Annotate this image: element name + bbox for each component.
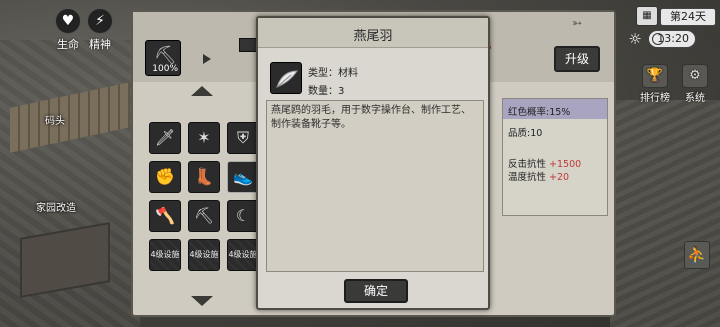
recipe-slot-winged-boots[interactable]: 👟 — [227, 161, 259, 193]
recipe-slot-pickaxe[interactable]: ⛏ — [188, 200, 220, 232]
item-name: 燕尾羽 — [353, 29, 393, 44]
recipe-slot-locked[interactable]: 4级设施 — [188, 239, 220, 271]
lightning-icon: ⚡ — [87, 8, 113, 34]
heart-icon: ♥ — [55, 8, 81, 34]
armor-icon: ⛨ — [236, 128, 249, 147]
arrow-right-icon — [203, 54, 211, 64]
recipe-slot-scythe[interactable]: ☾ — [227, 200, 259, 232]
sword-icon: 🗡 — [154, 128, 176, 147]
ranking-label: 排行榜 — [640, 93, 670, 104]
item-type: 类型：材料 — [308, 68, 358, 79]
gear-icon: ⚙ — [682, 64, 708, 88]
trophy-icon: 🏆 — [642, 64, 668, 88]
recipe-slot-locked[interactable]: 4级设施 — [149, 239, 181, 271]
running-man-icon: ⛹ — [687, 245, 707, 264]
scroll-up-button[interactable] — [191, 86, 213, 96]
scroll-down-button[interactable] — [191, 296, 213, 306]
system-label: 系统 — [685, 93, 705, 104]
pickaxe-icon: ⛏ — [193, 206, 215, 225]
item-detail-modal: 燕尾羽 类型：材料 数量：3 燕尾鸥的羽毛，用于数字操作台、制作工艺、制作装备靴… — [256, 16, 490, 310]
recipe-slot-axe[interactable]: 🪓 — [149, 200, 181, 232]
item-count: 数量：3 — [308, 86, 345, 97]
scythe-icon: ☾ — [235, 206, 251, 225]
recipe-slot-boots[interactable]: 👢 — [188, 161, 220, 193]
upgrade-button[interactable]: 升级 — [554, 46, 600, 72]
calendar-icon: ▦ — [636, 6, 658, 26]
recipe-slot-armor[interactable]: ⛨ — [227, 122, 259, 154]
stats-panel: 红色概率:15% 品质:10 反击抗性 +1500 温度抗性 +20 — [502, 98, 608, 216]
item-description: 燕尾鸥的羽毛，用于数字操作台、制作工艺、制作装备靴子等。 — [266, 100, 484, 272]
sun-icon: ☼ — [628, 30, 642, 48]
feather-icon — [270, 62, 302, 94]
time-display: 13:20 — [648, 30, 696, 48]
red-probability: 红色概率:15% — [508, 107, 571, 118]
modal-title-bar: 燕尾羽 — [258, 18, 488, 48]
axe-icon: 🪓 — [155, 206, 175, 225]
selected-material-slot[interactable]: ⛏ 100% — [145, 40, 181, 76]
temperature-resistance-value: +20 — [549, 172, 570, 183]
boots-icon: 👢 — [194, 167, 214, 186]
map-label-home[interactable]: 家园改造 — [36, 199, 76, 214]
ranking-button[interactable]: 🏆 排行榜 — [636, 64, 674, 104]
exit-button[interactable]: ⛹ — [684, 241, 710, 269]
feather-decoration-icon: ➳ — [572, 16, 583, 30]
day-counter: 第24天 — [660, 8, 716, 26]
temperature-resistance: 温度抗性 +20 — [508, 169, 569, 183]
recipe-slot-spiked-club[interactable]: ✶ — [188, 122, 220, 154]
counter-resistance: 反击抗性 +1500 — [508, 156, 581, 170]
winged-boots-icon: 👟 — [233, 167, 253, 186]
spiked-club-icon: ✶ — [197, 128, 211, 147]
ground-area-right — [610, 100, 720, 327]
clock-icon — [652, 33, 664, 45]
recipe-grid: 🗡 ✶ ⛨ ✊ 👢 👟 🪓 ⛏ ☾ 4级设施 4级设施 4级设施 — [143, 84, 259, 312]
confirm-button[interactable]: 确定 — [344, 279, 408, 303]
recipe-slot-locked[interactable]: 4级设施 — [227, 239, 259, 271]
gloves-icon: ✊ — [155, 167, 175, 186]
material-percent: 100% — [152, 64, 178, 74]
temperature-resistance-label: 温度抗性 — [508, 172, 547, 183]
system-button[interactable]: ⚙ 系统 — [676, 64, 714, 104]
recipe-slot-sword[interactable]: 🗡 — [149, 122, 181, 154]
stat-spirit[interactable]: ⚡ 精神 — [80, 8, 120, 51]
ore-icon: ⛏ — [154, 45, 177, 66]
quality: 品质:10 — [508, 128, 543, 139]
map-label-dock[interactable]: 码头 — [45, 112, 65, 127]
recipe-slot-gloves[interactable]: ✊ — [149, 161, 181, 193]
stat-spirit-label: 精神 — [89, 38, 111, 51]
